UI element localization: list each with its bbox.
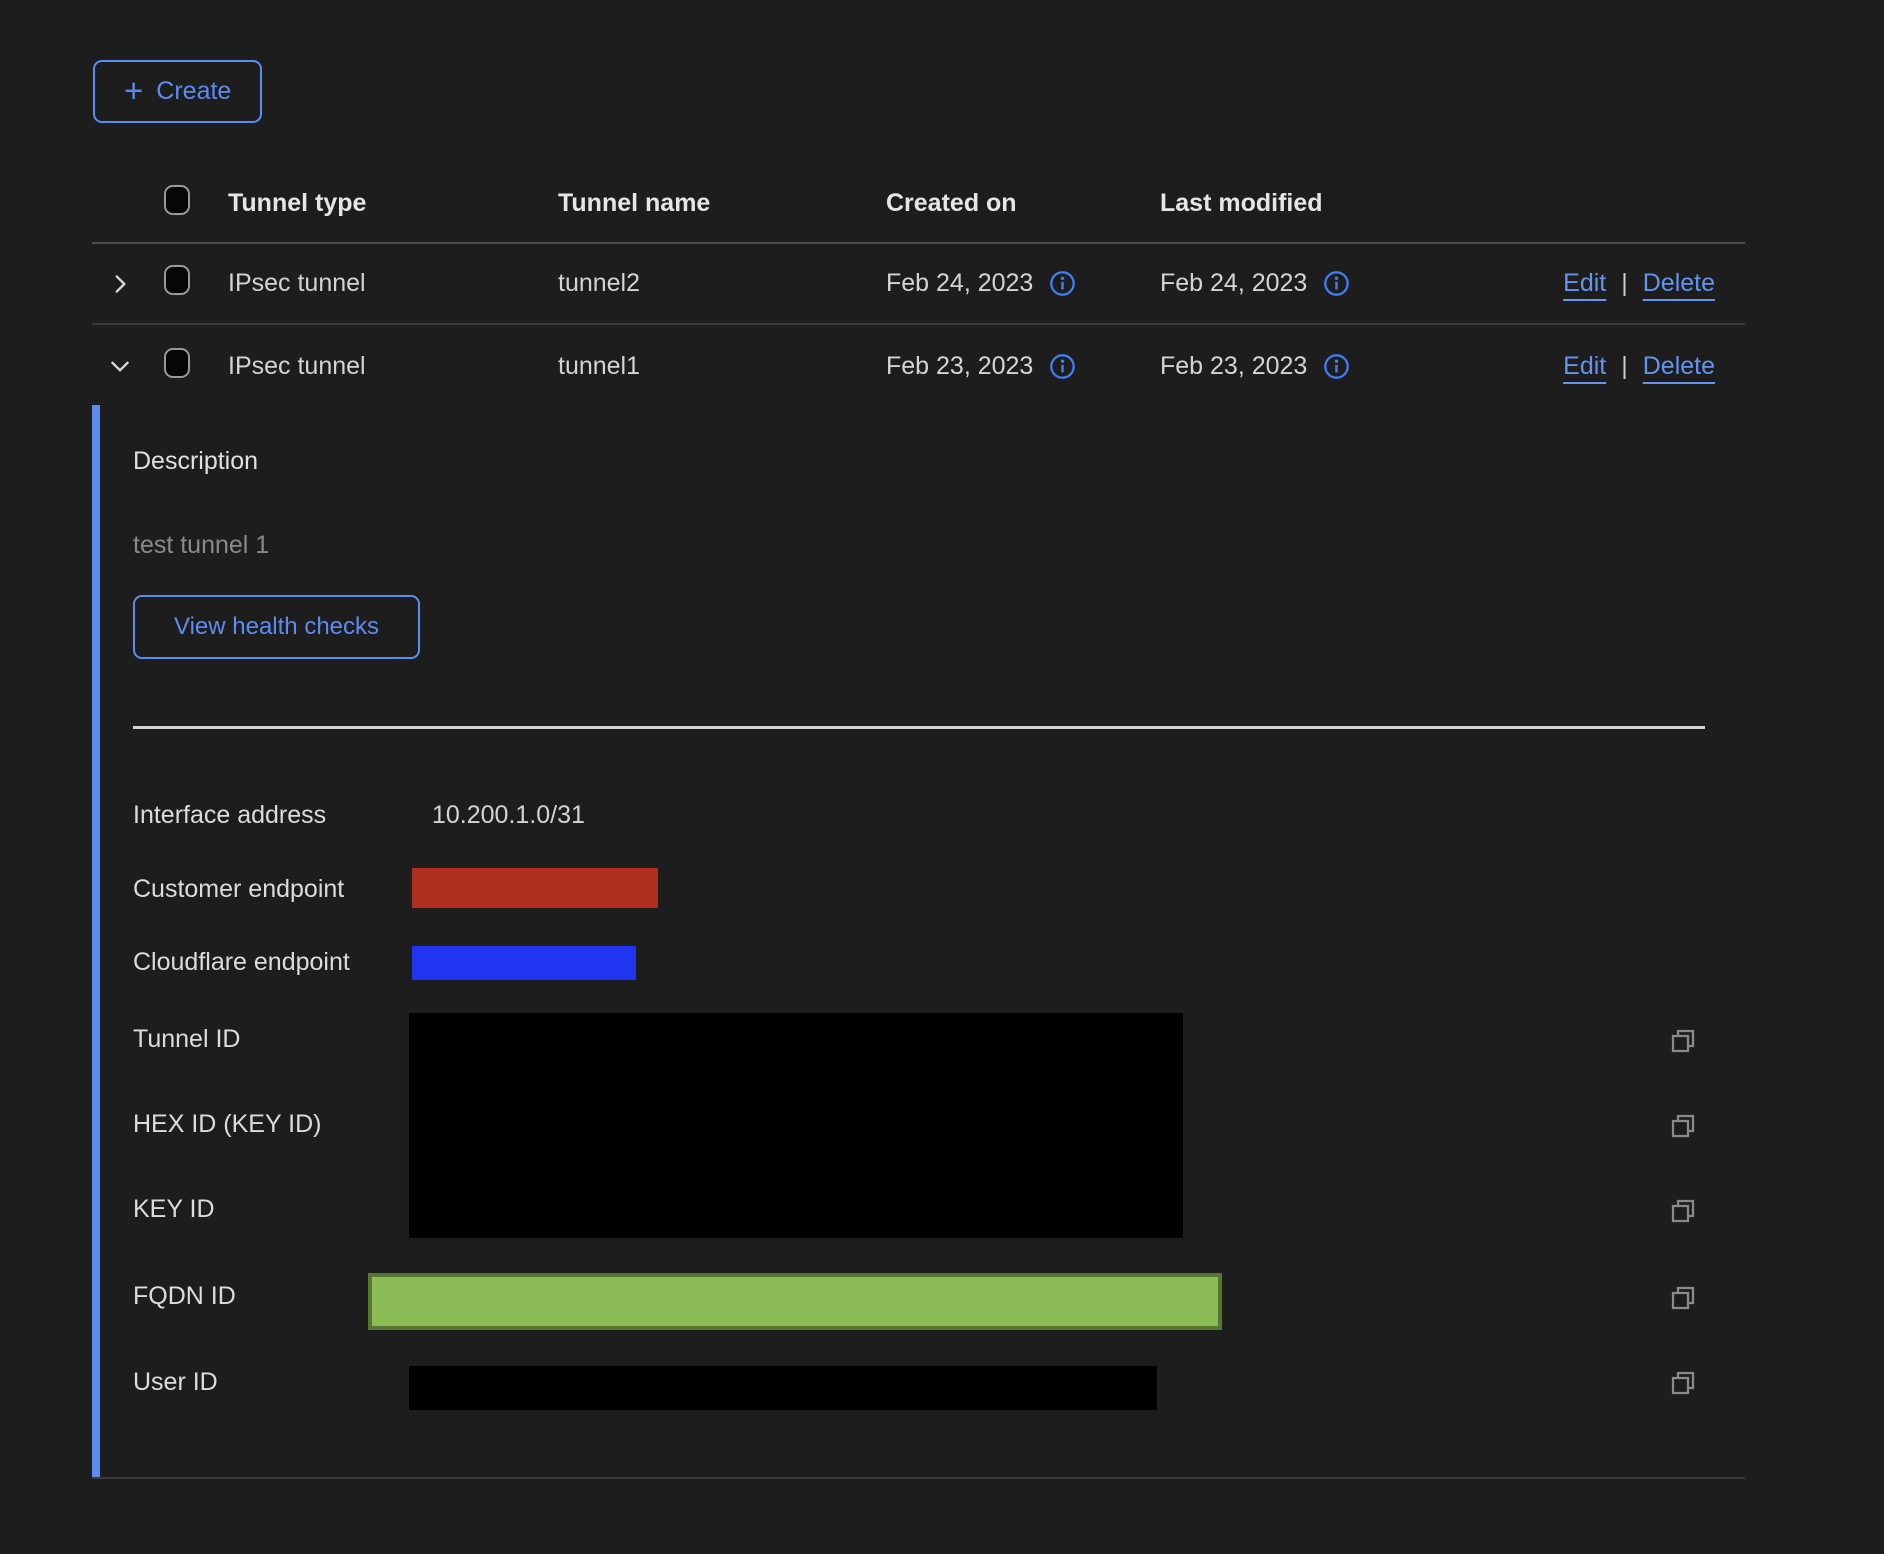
delete-link[interactable]: Delete	[1643, 352, 1715, 381]
description-heading: Description	[133, 447, 258, 476]
description-text: test tunnel 1	[133, 531, 269, 560]
interface-address-value: 10.200.1.0/31	[432, 801, 585, 830]
column-header-created-on: Created on	[872, 189, 1146, 218]
expanded-row-accent-bar	[92, 405, 100, 1478]
tunnel-name-cell: tunnel1	[544, 352, 872, 381]
created-on-cell: Feb 24, 2023	[886, 269, 1033, 298]
table-header-row: Tunnel type Tunnel name Created on Last …	[92, 165, 1745, 244]
copy-icon	[1668, 1368, 1698, 1398]
info-icon[interactable]	[1323, 270, 1350, 297]
table-row: IPsec tunnel tunnel2 Feb 24, 2023 Feb 24…	[92, 244, 1745, 325]
tunnel-type-cell: IPsec tunnel	[214, 352, 544, 381]
info-icon[interactable]	[1323, 353, 1350, 380]
customer-endpoint-redacted	[412, 868, 658, 908]
table-bottom-divider	[92, 1477, 1745, 1479]
section-divider	[133, 726, 1705, 729]
view-health-checks-button[interactable]: View health checks	[133, 595, 420, 659]
last-modified-cell: Feb 24, 2023	[1160, 269, 1307, 298]
delete-link[interactable]: Delete	[1643, 269, 1715, 298]
chevron-down-icon	[107, 353, 133, 379]
copy-hex-id-button[interactable]	[1666, 1110, 1700, 1144]
info-icon[interactable]	[1049, 353, 1076, 380]
column-header-last-modified: Last modified	[1146, 189, 1528, 218]
copy-icon	[1668, 1196, 1698, 1226]
created-on-cell: Feb 23, 2023	[886, 352, 1033, 381]
customer-endpoint-label: Customer endpoint	[133, 875, 344, 904]
fqdn-id-redacted	[368, 1273, 1222, 1330]
tunnel-id-label: Tunnel ID	[133, 1025, 240, 1054]
create-button-label: Create	[156, 77, 231, 106]
table-row: IPsec tunnel tunnel1 Feb 23, 2023 Feb 23…	[92, 325, 1745, 407]
info-icon[interactable]	[1049, 270, 1076, 297]
copy-key-id-button[interactable]	[1666, 1195, 1700, 1229]
create-button[interactable]: + Create	[93, 60, 262, 123]
key-id-label: KEY ID	[133, 1195, 215, 1224]
column-header-tunnel-type: Tunnel type	[214, 189, 544, 218]
action-separator: |	[1621, 352, 1628, 381]
copy-tunnel-id-button[interactable]	[1666, 1025, 1700, 1059]
row-checkbox[interactable]	[164, 348, 190, 378]
cloudflare-endpoint-label: Cloudflare endpoint	[133, 948, 350, 977]
copy-icon	[1668, 1111, 1698, 1141]
fqdn-id-label: FQDN ID	[133, 1282, 236, 1311]
row-checkbox[interactable]	[164, 265, 190, 295]
collapse-row-button[interactable]	[105, 351, 135, 381]
column-header-tunnel-name: Tunnel name	[544, 189, 872, 218]
chevron-right-icon	[107, 271, 133, 297]
hex-id-label: HEX ID (KEY ID)	[133, 1110, 321, 1139]
tunnels-table: Tunnel type Tunnel name Created on Last …	[92, 165, 1745, 407]
tunnel-type-cell: IPsec tunnel	[214, 269, 544, 298]
edit-link[interactable]: Edit	[1563, 269, 1606, 298]
user-id-redacted	[409, 1366, 1157, 1410]
last-modified-cell: Feb 23, 2023	[1160, 352, 1307, 381]
tunnel-details-panel: Description test tunnel 1 View health ch…	[92, 405, 1745, 1478]
copy-icon	[1668, 1026, 1698, 1056]
ids-redacted-block	[409, 1013, 1183, 1238]
copy-user-id-button[interactable]	[1666, 1367, 1700, 1401]
select-all-checkbox[interactable]	[164, 185, 190, 215]
edit-link[interactable]: Edit	[1563, 352, 1606, 381]
tunnel-name-cell: tunnel2	[544, 269, 872, 298]
expand-row-button[interactable]	[105, 269, 135, 299]
cloudflare-endpoint-redacted	[412, 946, 636, 980]
copy-icon	[1668, 1283, 1698, 1313]
user-id-label: User ID	[133, 1368, 218, 1397]
copy-fqdn-id-button[interactable]	[1666, 1282, 1700, 1316]
interface-address-label: Interface address	[133, 801, 326, 830]
action-separator: |	[1621, 269, 1628, 298]
plus-icon: +	[124, 74, 143, 107]
